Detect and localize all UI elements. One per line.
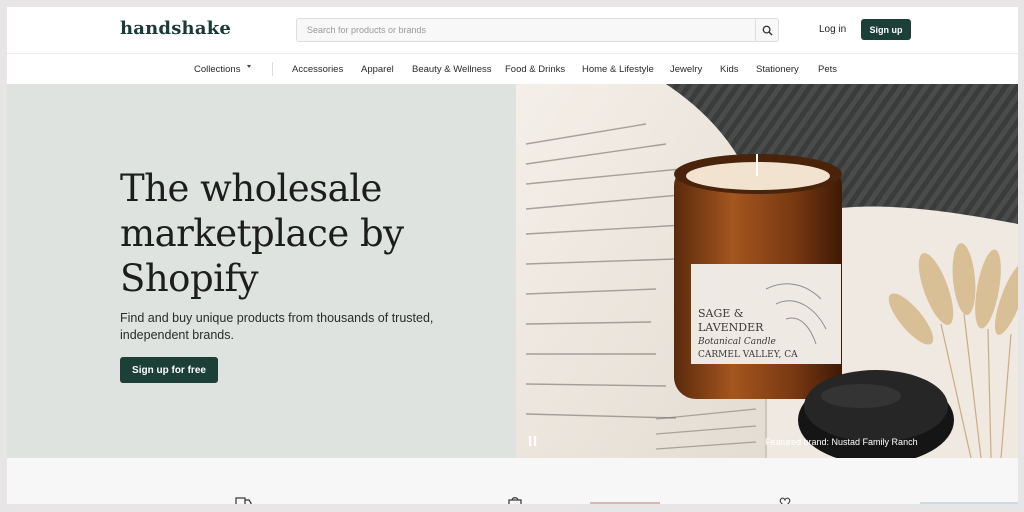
hero-image: SAGE & LAVENDER Botanical Candle CARMEL … bbox=[516, 84, 1018, 458]
signup-button[interactable]: Sign up bbox=[861, 19, 911, 40]
search-button[interactable] bbox=[755, 19, 778, 41]
featured-brand-caption[interactable]: Featured brand: Nustad Family Ranch bbox=[765, 437, 918, 447]
nav-item-stationery[interactable]: Stationery bbox=[756, 64, 799, 75]
promo-image-left bbox=[590, 502, 660, 504]
signup-free-button[interactable]: Sign up for free bbox=[120, 357, 218, 383]
promo-image-right bbox=[920, 502, 1018, 504]
nav-item-apparel[interactable]: Apparel bbox=[361, 64, 394, 75]
category-nav: Collections Accessories Apparel Beauty &… bbox=[7, 54, 1018, 85]
browser-page: handshake Log in Sign up Collections Acc… bbox=[7, 7, 1018, 504]
nav-divider bbox=[272, 62, 273, 76]
hero-title: The wholesale marketplace by Shopify bbox=[120, 167, 404, 300]
heart-icon bbox=[779, 497, 791, 504]
hero-subtitle: Find and buy unique products from thousa… bbox=[120, 311, 434, 342]
product-label-line2: LAVENDER bbox=[698, 321, 764, 334]
nav-item-label: Collections bbox=[194, 64, 241, 75]
candle-photo: SAGE & LAVENDER Botanical Candle CARMEL … bbox=[516, 84, 1018, 458]
benefits-strip bbox=[7, 458, 1018, 504]
bag-icon bbox=[508, 497, 522, 504]
search-icon bbox=[762, 25, 773, 36]
nav-item-jewelry[interactable]: Jewelry bbox=[670, 64, 702, 75]
hero-panel: The wholesale marketplace by Shopify Fin… bbox=[7, 84, 516, 458]
pause-icon[interactable] bbox=[529, 436, 537, 446]
nav-item-home-lifestyle[interactable]: Home & Lifestyle bbox=[582, 64, 654, 75]
product-label-line4: CARMEL VALLEY, CA bbox=[698, 350, 798, 360]
chevron-down-icon bbox=[247, 65, 252, 68]
nav-item-beauty-wellness[interactable]: Beauty & Wellness bbox=[412, 64, 492, 75]
nav-item-pets[interactable]: Pets bbox=[818, 64, 837, 75]
product-label-line3: Botanical Candle bbox=[697, 337, 776, 347]
nav-item-collections[interactable]: Collections bbox=[194, 64, 252, 75]
nav-item-kids[interactable]: Kids bbox=[720, 64, 738, 75]
login-link[interactable]: Log in bbox=[819, 24, 846, 35]
header: handshake Log in Sign up bbox=[7, 7, 1018, 54]
search-box bbox=[296, 18, 779, 42]
nav-item-accessories[interactable]: Accessories bbox=[292, 64, 343, 75]
search-input[interactable] bbox=[297, 19, 752, 41]
logo[interactable]: handshake bbox=[120, 18, 231, 39]
truck-icon bbox=[235, 497, 252, 504]
product-label-line1: SAGE & bbox=[698, 307, 744, 320]
nav-item-food-drinks[interactable]: Food & Drinks bbox=[505, 64, 565, 75]
